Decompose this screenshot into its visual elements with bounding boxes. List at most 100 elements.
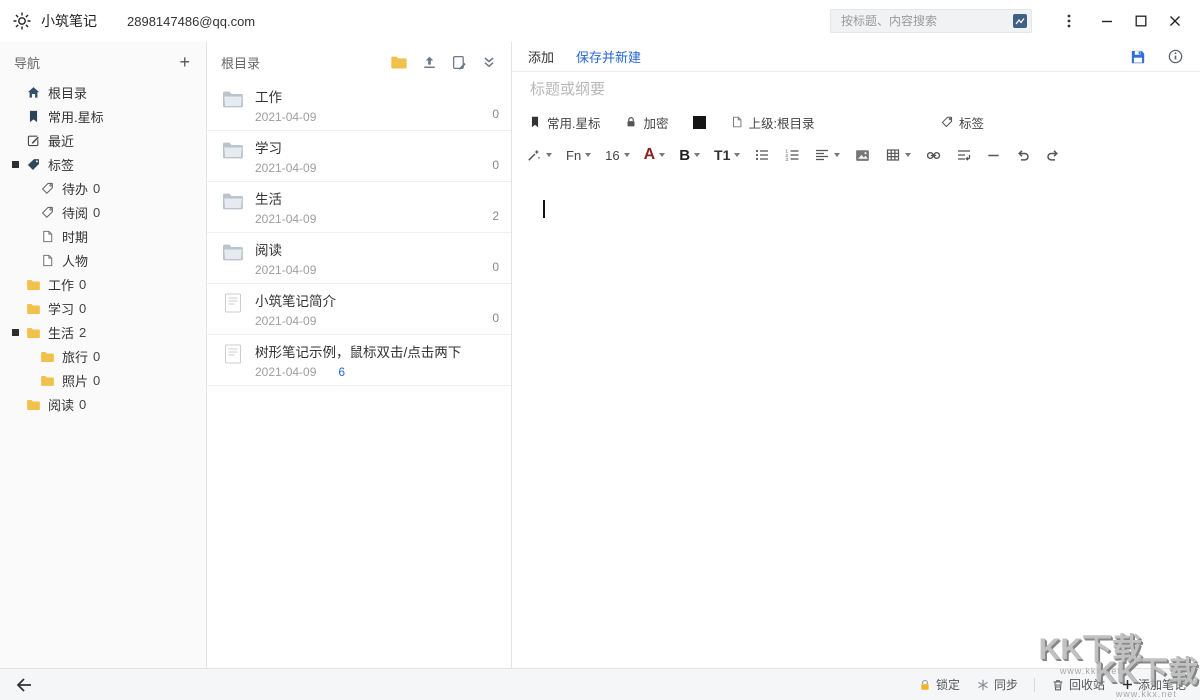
sidebar-item-count: 0 <box>79 397 86 412</box>
sidebar-item-work-folder[interactable]: 工作 0 <box>0 272 206 296</box>
insert-image-button[interactable] <box>854 147 871 164</box>
list-item[interactable]: 树形笔记示例，鼠标双击/点击两下 2021-04-09 6 <box>207 335 511 386</box>
sidebar-item-count: 0 <box>93 373 100 388</box>
sidebar-item-life-folder[interactable]: 生活 2 <box>0 320 206 344</box>
tag-button[interactable]: 标签 <box>940 113 984 132</box>
back-arrow-icon <box>14 675 34 695</box>
editor-content-area[interactable] <box>512 172 1200 668</box>
maximize-button[interactable] <box>1126 7 1156 35</box>
sidebar-item-study-folder[interactable]: 学习 0 <box>0 296 206 320</box>
item-count: 0 <box>492 311 499 325</box>
color-swatch-button[interactable] <box>693 116 706 129</box>
info-button[interactable] <box>1167 48 1184 65</box>
sidebar-item-count: 0 <box>93 205 100 220</box>
sidebar-item-reading-folder[interactable]: 阅读 0 <box>0 392 206 416</box>
page-icon <box>730 115 744 129</box>
parent-folder-button[interactable]: 上级:根目录 <box>730 113 815 132</box>
lock-icon <box>918 678 932 692</box>
sidebar-item-travel-folder[interactable]: 旅行 0 <box>0 344 206 368</box>
recycle-bin-button[interactable]: 回收站 <box>1051 676 1105 693</box>
save-and-new-button[interactable]: 保存并新建 <box>576 47 641 66</box>
item-count: 6 <box>338 365 345 379</box>
star-toggle-button[interactable]: 常用.星标 <box>528 113 600 132</box>
item-date: 2021-04-09 <box>255 263 499 277</box>
note-title-input[interactable] <box>528 80 1184 99</box>
chevron-down-icon <box>694 153 700 157</box>
new-folder-button[interactable] <box>390 53 408 71</box>
font-color-button[interactable]: A <box>644 146 666 164</box>
folder-icon <box>26 325 41 340</box>
new-note-button[interactable] <box>451 54 468 71</box>
list-item[interactable]: 工作 2021-04-09 0 <box>207 80 511 131</box>
tags-icon <box>26 157 41 172</box>
move-up-button[interactable] <box>421 54 438 71</box>
list-item[interactable]: 学习 2021-04-09 0 <box>207 131 511 182</box>
sidebar-add-button[interactable]: + <box>177 53 192 71</box>
sidebar-item-photo-folder[interactable]: 照片 0 <box>0 368 206 392</box>
text-wrap-button[interactable] <box>956 147 972 163</box>
redo-button[interactable] <box>1045 147 1061 163</box>
font-color-label: A <box>644 146 656 164</box>
titlebar-controls <box>830 7 1190 35</box>
fn-button[interactable]: Fn <box>566 148 591 163</box>
item-count: 2 <box>492 209 499 223</box>
sidebar-item-root-dir[interactable]: 根目录 <box>0 80 206 104</box>
item-title: 生活 <box>255 188 499 208</box>
font-size-button[interactable]: 16 <box>605 148 629 163</box>
sidebar-item-label: 旅行 <box>62 347 88 366</box>
sidebar-item-label: 阅读 <box>48 395 74 414</box>
align-button[interactable] <box>814 147 840 163</box>
format-toolbar: Fn 16 A B T1 <box>512 138 1200 172</box>
titlebar: 小筑笔记 2898147486@qq.com <box>0 0 1200 42</box>
bullet-list-button[interactable] <box>754 147 770 163</box>
save-button[interactable] <box>1129 48 1147 66</box>
bookmark-icon <box>528 115 542 129</box>
close-button[interactable] <box>1160 7 1190 35</box>
sidebar-item-recent[interactable]: 最近 <box>0 128 206 152</box>
back-button[interactable] <box>14 675 34 695</box>
expand-slot <box>12 301 26 315</box>
list-item[interactable]: 阅读 2021-04-09 0 <box>207 233 511 284</box>
item-title: 小筑笔记简介 <box>255 290 499 310</box>
editor-topbar: 添加 保存并新建 <box>512 42 1200 72</box>
sidebar-item-label: 时期 <box>62 227 88 246</box>
collapse-toggle[interactable] <box>12 157 26 171</box>
sidebar-item-todo-tag[interactable]: 待办 0 <box>0 176 206 200</box>
encrypt-button[interactable]: 加密 <box>624 113 668 132</box>
sidebar-item-period[interactable]: 时期 <box>0 224 206 248</box>
svg-text:3: 3 <box>786 157 789 163</box>
statusbar: 锁定 同步 回收站 添加笔记 <box>0 668 1200 700</box>
list-item[interactable]: 小筑笔记简介 2021-04-09 0 <box>207 284 511 335</box>
search-input[interactable] <box>839 13 1012 29</box>
minimize-icon <box>1101 15 1113 27</box>
minimize-button[interactable] <box>1092 7 1122 35</box>
heading-button[interactable]: T1 <box>714 147 740 163</box>
note-icon <box>221 342 245 366</box>
bold-button[interactable]: B <box>679 147 700 164</box>
horizontal-rule-button[interactable] <box>986 148 1001 163</box>
lock-toggle[interactable]: 锁定 <box>918 676 960 693</box>
magic-wand-icon <box>526 147 542 163</box>
undo-button[interactable] <box>1015 147 1031 163</box>
numbered-list-button[interactable]: 123 <box>784 147 800 163</box>
insert-table-button[interactable] <box>885 147 911 163</box>
add-note-button[interactable]: 添加笔记 <box>1121 676 1186 693</box>
expand-all-button[interactable] <box>481 54 497 70</box>
item-date: 2021-04-09 <box>255 314 499 328</box>
undo-icon <box>1015 147 1031 163</box>
search-filter-icon[interactable] <box>1012 13 1028 29</box>
sidebar-item-tags[interactable]: 标签 <box>0 152 206 176</box>
collapse-toggle[interactable] <box>12 325 26 339</box>
magic-wand-button[interactable] <box>526 147 552 163</box>
menu-button[interactable] <box>1054 7 1084 35</box>
list-item[interactable]: 生活 2021-04-09 2 <box>207 182 511 233</box>
sidebar-item-toread-tag[interactable]: 待阅 0 <box>0 200 206 224</box>
insert-link-button[interactable] <box>925 147 942 164</box>
search-box[interactable] <box>830 9 1032 33</box>
sidebar-item-person[interactable]: 人物 <box>0 248 206 272</box>
add-button[interactable]: 添加 <box>528 47 554 66</box>
app-name: 小筑笔记 <box>41 11 97 31</box>
sync-button[interactable]: 同步 <box>976 676 1018 693</box>
sidebar-item-starred[interactable]: 常用.星标 <box>0 104 206 128</box>
parent-label: 上级:根目录 <box>749 113 815 132</box>
